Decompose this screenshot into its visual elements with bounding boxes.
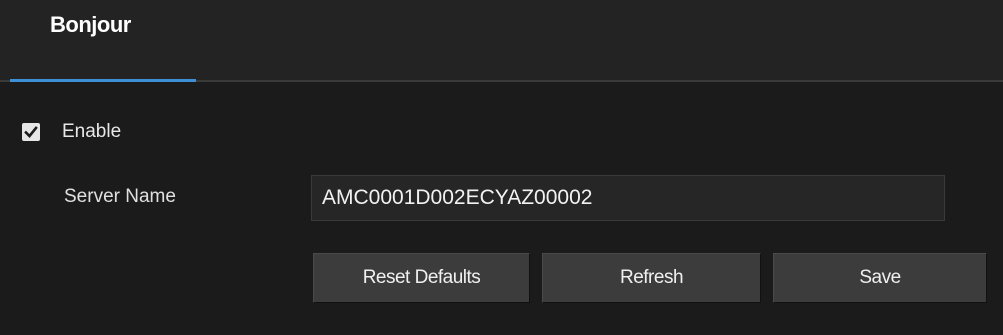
server-name-label: Server Name	[64, 186, 176, 207]
save-button[interactable]: Save	[773, 253, 987, 303]
server-name-input[interactable]	[311, 175, 945, 221]
tab-label: Bonjour	[50, 12, 131, 37]
enable-checkbox-row[interactable]: Enable	[22, 120, 121, 144]
reset-defaults-button[interactable]: Reset Defaults	[313, 253, 530, 303]
checkmark-icon	[24, 126, 38, 138]
tab-bonjour[interactable]: Bonjour	[10, 0, 196, 84]
bonjour-settings-panel: Bonjour Enable Server Name Reset Default…	[0, 0, 1003, 335]
enable-checkbox[interactable]	[22, 123, 40, 141]
tab-bar: Bonjour	[0, 0, 1003, 84]
refresh-button[interactable]: Refresh	[542, 253, 761, 303]
enable-label: Enable	[62, 121, 122, 142]
settings-content: Enable Server Name Reset Defaults Refres…	[0, 82, 1003, 335]
